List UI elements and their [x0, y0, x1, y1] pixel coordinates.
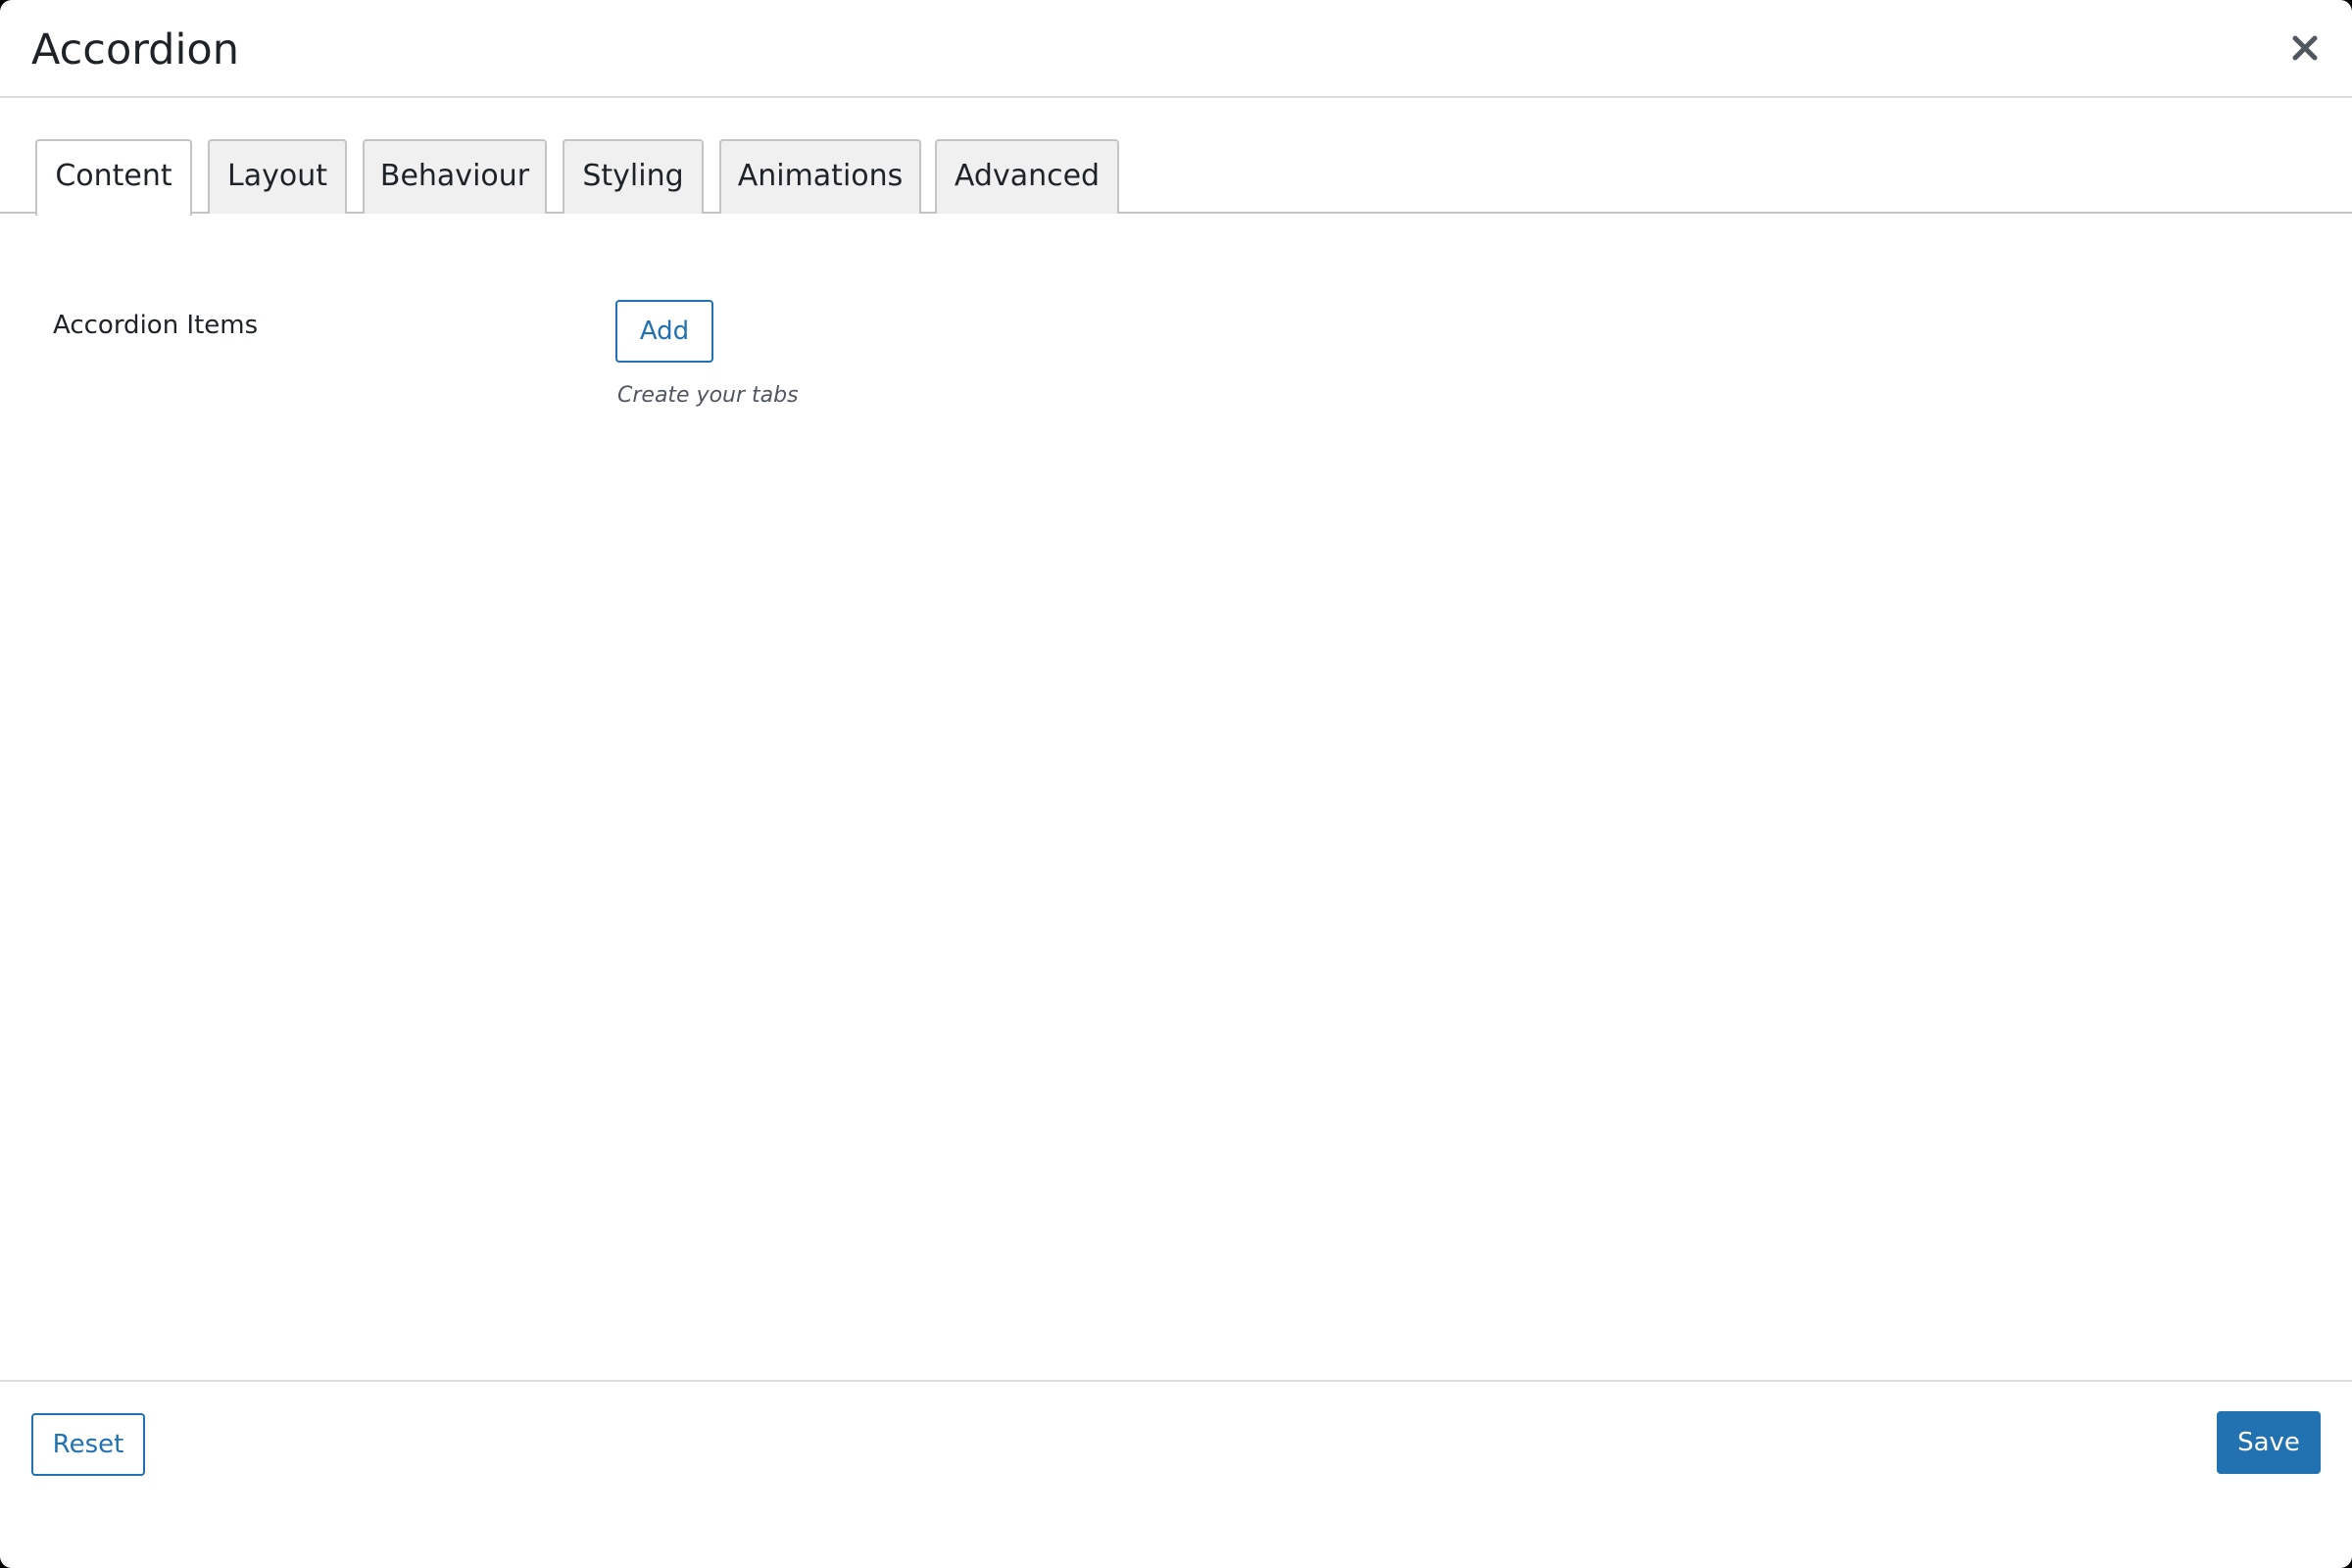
close-button[interactable] — [2283, 26, 2327, 70]
tab-styling[interactable]: Styling — [563, 139, 704, 214]
save-button[interactable]: Save — [2217, 1411, 2321, 1474]
dialog-title: Accordion — [31, 25, 239, 74]
add-button[interactable]: Add — [615, 300, 713, 363]
reset-button[interactable]: Reset — [31, 1413, 145, 1476]
field-description: Create your tabs — [617, 383, 799, 408]
accordion-dialog: Accordion Content Layout Behaviour Styli… — [0, 0, 2352, 1568]
tab-advanced[interactable]: Advanced — [935, 139, 1119, 214]
dialog-header: Accordion — [0, 0, 2352, 98]
tab-layout[interactable]: Layout — [208, 139, 347, 214]
accordion-items-label: Accordion Items — [53, 311, 259, 340]
tab-content[interactable]: Content — [35, 139, 192, 216]
close-icon — [2292, 35, 2318, 61]
tab-bar: Content Layout Behaviour Styling Animati… — [0, 98, 2352, 216]
tab-animations[interactable]: Animations — [719, 139, 921, 214]
tab-behaviour[interactable]: Behaviour — [363, 139, 547, 214]
dialog-footer: Reset Save — [0, 1380, 2352, 1568]
